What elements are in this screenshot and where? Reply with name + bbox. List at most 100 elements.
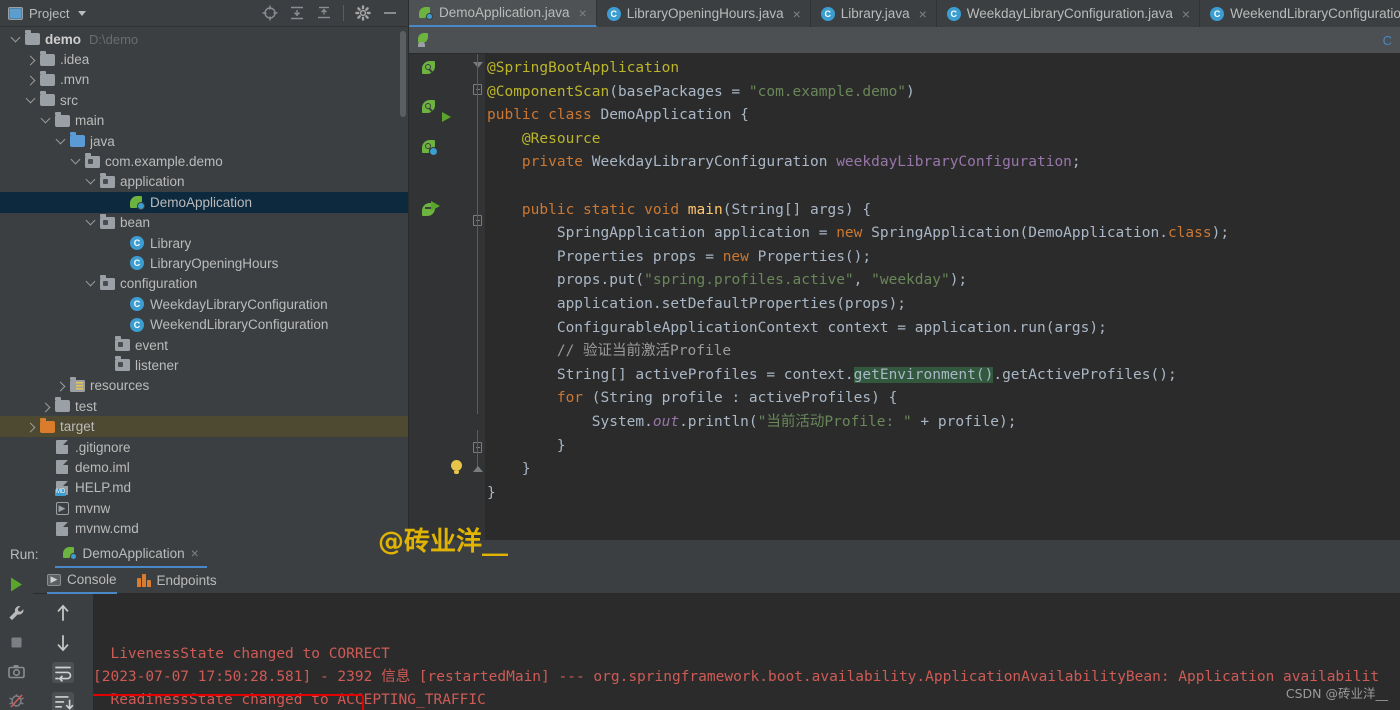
tree-node-application[interactable]: application — [0, 172, 408, 192]
expand-arrow-icon[interactable] — [38, 399, 53, 414]
tree-node-help-md[interactable]: MD HELP.md — [0, 478, 408, 498]
gear-icon[interactable] — [355, 5, 371, 21]
project-tree-scrollbar[interactable] — [400, 31, 406, 117]
expand-arrow-icon[interactable] — [53, 378, 68, 393]
tree-node-resources[interactable]: resources — [0, 376, 408, 396]
collapse-arrow-icon[interactable] — [83, 276, 98, 291]
collapse-all-icon[interactable] — [316, 5, 332, 21]
tree-node-demoapplication[interactable]: DemoApplication — [0, 192, 408, 213]
folder-icon — [39, 91, 55, 107]
class-icon: C — [130, 236, 144, 251]
close-icon[interactable]: × — [1182, 6, 1190, 22]
editor-tab-weekendlibraryconfiguration[interactable]: CWeekendLibraryConfiguration.java× — [1200, 0, 1400, 27]
tree-node-mvnw[interactable]: ▶ mvnw — [0, 498, 408, 518]
expand-all-icon[interactable] — [289, 5, 305, 21]
run-configuration-tab[interactable]: DemoApplication × — [54, 540, 207, 568]
author-watermark: @砖业洋__ — [378, 527, 509, 557]
tree-node-test[interactable]: test — [0, 396, 408, 416]
tree-node-label: WeekdayLibraryConfiguration — [150, 296, 328, 312]
run-class-gutter-icon[interactable] — [442, 112, 451, 122]
stop-icon[interactable] — [7, 633, 26, 652]
code-editor[interactable]: @SpringBootApplication @ComponentScan(bas… — [409, 54, 1400, 540]
tree-node--mvn[interactable]: .mvn — [0, 70, 408, 90]
project-title-button[interactable]: Project — [8, 6, 87, 21]
folder-icon — [54, 397, 70, 413]
select-opened-file-icon[interactable] — [262, 5, 278, 21]
tree-node-main[interactable]: main — [0, 111, 408, 131]
collapse-arrow-icon[interactable] — [38, 113, 53, 128]
collapse-arrow-icon[interactable] — [83, 174, 98, 189]
run-side-toolbar — [0, 568, 33, 710]
project-tree[interactable]: demo D:\demo .idea .mvn src main java com.examp… — [0, 27, 408, 540]
tree-node-weekdaylibraryconfiguration[interactable]: C WeekdayLibraryConfiguration — [0, 294, 408, 314]
project-panel-toolbar — [262, 5, 402, 21]
tree-node-label: mvnw.cmd — [75, 521, 139, 537]
tree-node-label: LibraryOpeningHours — [150, 255, 279, 271]
scroll-down-icon[interactable] — [52, 632, 74, 653]
tree-node-mvnw-cmd[interactable]: mvnw.cmd — [0, 518, 408, 538]
scroll-to-end-icon[interactable] — [52, 692, 74, 710]
spring-bean-gutter-icon-1[interactable] — [421, 60, 437, 76]
collapse-arrow-icon[interactable] — [23, 93, 38, 108]
tree-node-event[interactable]: event — [0, 335, 408, 355]
scroll-up-icon[interactable] — [52, 602, 74, 623]
tree-node-demo-iml[interactable]: demo.iml — [0, 457, 408, 477]
tree-node-listener[interactable]: listener — [0, 355, 408, 375]
editor-gutter[interactable] — [409, 54, 471, 540]
tree-node-java[interactable]: java — [0, 131, 408, 151]
spring-bean-gutter-icon-2[interactable] — [421, 99, 437, 115]
expand-arrow-icon[interactable] — [23, 419, 38, 434]
editor-fold-column[interactable] — [471, 54, 485, 540]
tree-node-library[interactable]: C Library — [0, 233, 408, 253]
code-text[interactable]: @SpringBootApplication @ComponentScan(bas… — [485, 54, 1400, 540]
code-line: // 验证当前激活Profile — [487, 343, 732, 360]
tree-node-libraryopeninghours[interactable]: C LibraryOpeningHours — [0, 253, 408, 273]
tree-node-configuration[interactable]: configuration — [0, 274, 408, 294]
collapse-arrow-icon[interactable] — [8, 32, 23, 47]
fold-line-4 — [477, 430, 479, 470]
resources-folder-icon — [69, 376, 85, 392]
run-config-name: DemoApplication — [82, 545, 185, 561]
close-icon[interactable]: × — [579, 5, 587, 21]
collapse-arrow-icon[interactable] — [68, 154, 83, 169]
editor-tab-demoapplication[interactable]: DemoApplication.java × — [409, 0, 597, 27]
close-icon[interactable]: × — [919, 6, 927, 22]
wrench-icon[interactable] — [7, 604, 26, 623]
package-icon — [114, 356, 130, 372]
rerun-icon[interactable] — [7, 575, 26, 594]
console-tab-console[interactable]: ▶ Console — [47, 568, 117, 594]
tree-node-src[interactable]: src — [0, 90, 408, 110]
class-icon: C — [820, 6, 835, 21]
minimize-icon[interactable] — [382, 5, 398, 21]
editor-tab-library[interactable]: C Library.java × — [811, 0, 937, 27]
tree-node-label: listener — [135, 357, 179, 373]
camera-icon[interactable] — [7, 662, 26, 681]
tree-node--gitignore[interactable]: .gitignore — [0, 437, 408, 457]
fold-end-marker-2[interactable] — [473, 466, 483, 472]
collapse-arrow-icon[interactable] — [83, 215, 98, 230]
spring-config-gutter-icon[interactable] — [421, 139, 438, 156]
tree-node-bean[interactable]: bean — [0, 213, 408, 233]
tree-node-demo[interactable]: demo D:\demo — [0, 29, 408, 49]
tree-node-label: application — [120, 174, 185, 190]
console-tab-endpoints[interactable]: Endpoints — [136, 568, 217, 594]
tree-node-target[interactable]: target — [0, 416, 408, 437]
tree-node-com-example-demo[interactable]: com.example.demo — [0, 151, 408, 171]
debug-reattach-icon[interactable] — [7, 691, 26, 710]
collapse-arrow-icon[interactable] — [53, 134, 68, 149]
editor-tab-weekdaylibraryconfiguration[interactable]: C WeekdayLibraryConfiguration.java × — [937, 0, 1201, 27]
intention-bulb-icon[interactable] — [451, 460, 462, 474]
expand-arrow-icon[interactable] — [23, 52, 38, 67]
expand-arrow-icon[interactable] — [23, 72, 38, 87]
console-output[interactable]: LivenessState changed to CORRECT [2023-07… — [93, 594, 1400, 710]
tree-node-weekendlibraryconfiguration[interactable]: C WeekendLibraryConfiguration — [0, 314, 408, 334]
tree-node--idea[interactable]: .idea — [0, 49, 408, 69]
close-icon[interactable]: × — [793, 6, 801, 22]
chevron-down-icon[interactable] — [78, 10, 87, 16]
run-main-gutter-icon[interactable] — [431, 201, 440, 211]
soft-wrap-icon[interactable] — [52, 662, 74, 683]
editor-tab-libraryopeninghours[interactable]: C LibraryOpeningHours.java × — [597, 0, 811, 27]
close-icon[interactable]: × — [191, 545, 199, 561]
class-icon: C — [1210, 6, 1225, 21]
tree-node-label: target — [60, 419, 95, 435]
